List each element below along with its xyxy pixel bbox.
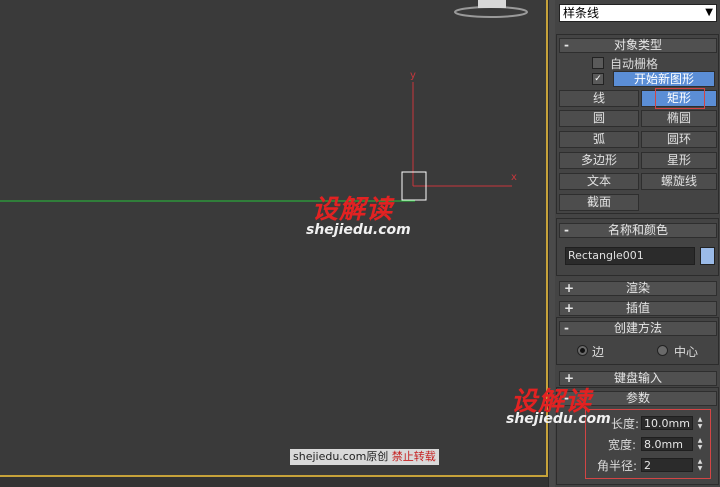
arc-button[interactable]: 弧 xyxy=(559,131,639,148)
object-name-input[interactable]: Rectangle001 xyxy=(565,247,695,265)
ellipse-button[interactable]: 椭圆 xyxy=(641,110,717,127)
edge-radio[interactable] xyxy=(577,345,588,356)
object-color-swatch[interactable] xyxy=(700,247,715,265)
expand-icon: + xyxy=(564,281,575,295)
object-type-title[interactable]: - 对象类型 xyxy=(559,38,717,53)
watermark-url: shejiedu.com xyxy=(306,222,411,238)
collapse-icon: - xyxy=(564,38,569,52)
autogrid-checkbox[interactable] xyxy=(592,57,604,69)
donut-button[interactable]: 圆环 xyxy=(641,131,717,148)
viewcube-ring xyxy=(454,6,528,18)
watermark-banner: shejiedu.com原创 禁止转载 xyxy=(290,449,439,465)
expand-icon: + xyxy=(564,301,575,315)
rendering-title[interactable]: + 渲染 xyxy=(559,281,717,296)
watermark-logo: 设解读 xyxy=(312,195,394,225)
center-radio[interactable] xyxy=(657,345,668,356)
autogrid-label: 自动栅格 xyxy=(610,57,659,71)
helix-button[interactable]: 螺旋线 xyxy=(641,173,717,190)
viewport-canvas xyxy=(0,0,528,202)
banner-no-repost: 禁止转载 xyxy=(391,450,436,463)
section-button[interactable]: 截面 xyxy=(559,194,639,211)
highlight-box-rectangle xyxy=(655,88,705,109)
text-button[interactable]: 文本 xyxy=(559,173,639,190)
axis-x-label: x xyxy=(511,172,517,183)
banner-original: 原创 xyxy=(366,450,389,463)
ngon-button[interactable]: 多边形 xyxy=(559,152,639,169)
banner-site: shejiedu.com xyxy=(293,450,367,463)
axis-y-label: y xyxy=(410,70,416,81)
viewcube-face xyxy=(478,0,506,8)
edge-label: 边 xyxy=(592,345,605,359)
name-color-title[interactable]: - 名称和颜色 xyxy=(559,223,717,238)
start-new-shape-button[interactable]: 开始新图形 xyxy=(613,71,715,87)
category-dropdown-value: 样条线 xyxy=(563,6,600,20)
category-dropdown[interactable]: 样条线 ▼ xyxy=(559,4,717,22)
collapse-icon: - xyxy=(564,223,569,237)
interpolation-title[interactable]: + 插值 xyxy=(559,301,717,316)
star-button[interactable]: 星形 xyxy=(641,152,717,169)
collapse-icon: - xyxy=(564,321,569,335)
circle-button[interactable]: 圆 xyxy=(559,110,639,127)
chevron-down-icon: ▼ xyxy=(705,7,713,18)
viewport-bottom-bar xyxy=(0,477,548,487)
viewport-top[interactable]: y x 设解读 shejiedu.com xyxy=(0,0,548,477)
creation-method-title[interactable]: - 创建方法 xyxy=(559,321,717,336)
center-label: 中心 xyxy=(674,345,699,359)
line-button[interactable]: 线 xyxy=(559,90,639,107)
watermark-url: shejiedu.com xyxy=(506,411,611,427)
start-new-shape-checkbox[interactable]: ✓ xyxy=(592,73,604,85)
